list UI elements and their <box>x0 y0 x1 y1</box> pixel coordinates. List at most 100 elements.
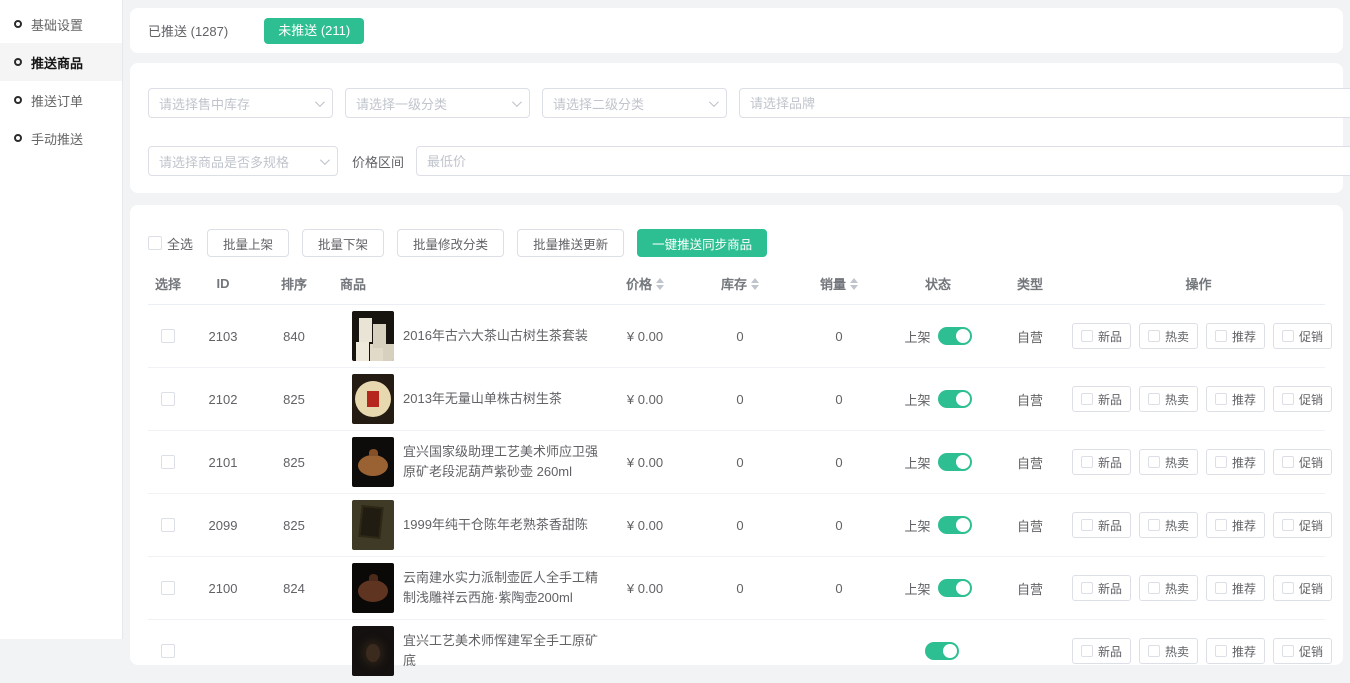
product-name[interactable]: 宜兴国家级助理工艺美术师应卫强原矿老段泥葫芦紫砂壶 260ml <box>403 442 600 482</box>
checkbox <box>1148 456 1160 468</box>
op-button-label: 热卖 <box>1165 454 1189 471</box>
sort-carets-icon[interactable] <box>751 278 759 290</box>
op-hot-button[interactable]: 热卖 <box>1139 449 1198 475</box>
status-toggle[interactable] <box>938 390 972 408</box>
product-thumbnail[interactable] <box>352 374 394 424</box>
checkbox <box>1148 393 1160 405</box>
op-hot-button[interactable]: 热卖 <box>1139 323 1198 349</box>
checkbox <box>1215 456 1227 468</box>
header-stock[interactable]: 库存 <box>690 274 790 293</box>
status-toggle[interactable] <box>938 579 972 597</box>
op-hot-button[interactable]: 热卖 <box>1139 386 1198 412</box>
checkbox <box>1148 582 1160 594</box>
op-new-button[interactable]: 新品 <box>1072 512 1131 538</box>
status-toggle[interactable] <box>925 642 959 660</box>
checkbox <box>1215 393 1227 405</box>
row-status-cell: 上架 <box>888 516 988 535</box>
product-thumbnail[interactable] <box>352 311 394 361</box>
op-hot-button[interactable]: 热卖 <box>1139 512 1198 538</box>
row-product-cell: 宜兴工艺美术师恽建军全手工原矿底 <box>330 626 600 676</box>
sidebar-item-push-products[interactable]: 推送商品 <box>0 43 122 81</box>
op-promo-button[interactable]: 促销 <box>1273 449 1332 475</box>
batch-edit-category-button[interactable]: 批量修改分类 <box>397 229 504 257</box>
product-name[interactable]: 宜兴工艺美术师恽建军全手工原矿底 <box>403 631 600 671</box>
header-price[interactable]: 价格 <box>600 274 690 293</box>
row-checkbox[interactable] <box>161 518 175 532</box>
product-name[interactable]: 2013年无量山单株古树生茶 <box>403 389 562 409</box>
op-hot-button[interactable]: 热卖 <box>1139 575 1198 601</box>
select-all-checkbox[interactable]: 全选 <box>148 234 193 253</box>
op-promo-button[interactable]: 促销 <box>1273 638 1332 664</box>
row-checkbox[interactable] <box>161 581 175 595</box>
batch-on-shelf-button[interactable]: 批量上架 <box>207 229 289 257</box>
row-actions-cell: 新品 热卖推荐促销 <box>1072 449 1332 475</box>
sidebar-item-basic-settings[interactable]: 基础设置 <box>0 5 122 43</box>
table-row: 2101825宜兴国家级助理工艺美术师应卫强原矿老段泥葫芦紫砂壶 260ml¥ … <box>148 431 1325 494</box>
price-range-label: 价格区间 <box>352 152 404 171</box>
op-promo-button[interactable]: 促销 <box>1273 512 1332 538</box>
brand-input[interactable] <box>739 88 1350 118</box>
product-thumbnail[interactable] <box>352 500 394 550</box>
multi-spec-select[interactable]: 请选择商品是否多规格 <box>148 146 338 176</box>
checkbox <box>1282 519 1294 531</box>
op-recommend-button[interactable]: 推荐 <box>1206 323 1265 349</box>
op-hot-button[interactable]: 热卖 <box>1139 638 1198 664</box>
op-promo-button[interactable]: 促销 <box>1273 575 1332 601</box>
status-label: 上架 <box>904 516 930 535</box>
status-toggle[interactable] <box>938 453 972 471</box>
op-recommend-button[interactable]: 推荐 <box>1206 575 1265 601</box>
op-new-button[interactable]: 新品 <box>1072 323 1131 349</box>
product-thumbnail[interactable] <box>352 563 394 613</box>
product-name[interactable]: 2016年古六大茶山古树生茶套装 <box>403 326 588 346</box>
tab-pushed[interactable]: 已推送 (1287) <box>148 21 228 40</box>
op-recommend-button[interactable]: 推荐 <box>1206 512 1265 538</box>
op-promo-button[interactable]: 促销 <box>1273 386 1332 412</box>
sort-carets-icon[interactable] <box>850 278 858 290</box>
row-sort: 825 <box>258 518 330 533</box>
op-promo-button[interactable]: 促销 <box>1273 323 1332 349</box>
op-new-button[interactable]: 新品 <box>1072 386 1131 412</box>
batch-push-update-button[interactable]: 批量推送更新 <box>517 229 624 257</box>
op-new-button[interactable]: 新品 <box>1072 575 1131 601</box>
row-type: 自营 <box>988 327 1072 346</box>
tab-unpushed[interactable]: 未推送 (211) <box>264 18 364 44</box>
category-level1-select[interactable]: 请选择一级分类 <box>345 88 530 118</box>
op-recommend-button[interactable]: 推荐 <box>1206 638 1265 664</box>
row-checkbox[interactable] <box>161 644 175 658</box>
product-name[interactable]: 云南建水实力派制壶匠人全手工精制浅雕祥云西施·紫陶壶200ml <box>403 568 600 608</box>
op-new-button[interactable]: 新品 <box>1072 638 1131 664</box>
one-click-push-sync-button[interactable]: 一键推送同步商品 <box>637 229 767 257</box>
op-recommend-button[interactable]: 推荐 <box>1206 386 1265 412</box>
row-checkbox[interactable] <box>161 455 175 469</box>
chevron-down-icon <box>512 97 522 107</box>
row-checkbox[interactable] <box>161 392 175 406</box>
op-button-label: 新品 <box>1098 391 1122 408</box>
status-toggle[interactable] <box>938 327 972 345</box>
product-thumbnail[interactable] <box>352 626 394 676</box>
min-price-input[interactable] <box>416 146 1350 176</box>
sidebar-item-manual-push[interactable]: 手动推送 <box>0 119 122 157</box>
row-checkbox[interactable] <box>161 329 175 343</box>
sidebar-item-push-orders[interactable]: 推送订单 <box>0 81 122 119</box>
chevron-down-icon <box>315 97 325 107</box>
batch-off-shelf-button[interactable]: 批量下架 <box>302 229 384 257</box>
row-product-cell: 1999年纯干仓陈年老熟茶香甜陈 <box>330 500 600 550</box>
checkbox <box>1215 330 1227 342</box>
row-id: 2101 <box>188 455 258 470</box>
product-thumbnail[interactable] <box>352 437 394 487</box>
row-status-cell <box>888 642 988 660</box>
filter-row-2: 请选择商品是否多规格 价格区间 至 商品类型 新品 热卖 推荐 促销 <box>130 142 1343 180</box>
row-type: 自营 <box>988 579 1072 598</box>
op-button-label: 新品 <box>1098 643 1122 660</box>
select-placeholder: 请选择二级分类 <box>553 94 644 113</box>
checkbox <box>1148 645 1160 657</box>
sort-carets-icon[interactable] <box>656 278 664 290</box>
product-name[interactable]: 1999年纯干仓陈年老熟茶香甜陈 <box>403 515 588 535</box>
category-level2-select[interactable]: 请选择二级分类 <box>542 88 727 118</box>
stock-status-select[interactable]: 请选择售中库存 <box>148 88 333 118</box>
op-new-button[interactable]: 新品 <box>1072 449 1131 475</box>
header-sales[interactable]: 销量 <box>790 274 888 293</box>
op-recommend-button[interactable]: 推荐 <box>1206 449 1265 475</box>
row-select-cell <box>148 392 188 406</box>
status-toggle[interactable] <box>938 516 972 534</box>
